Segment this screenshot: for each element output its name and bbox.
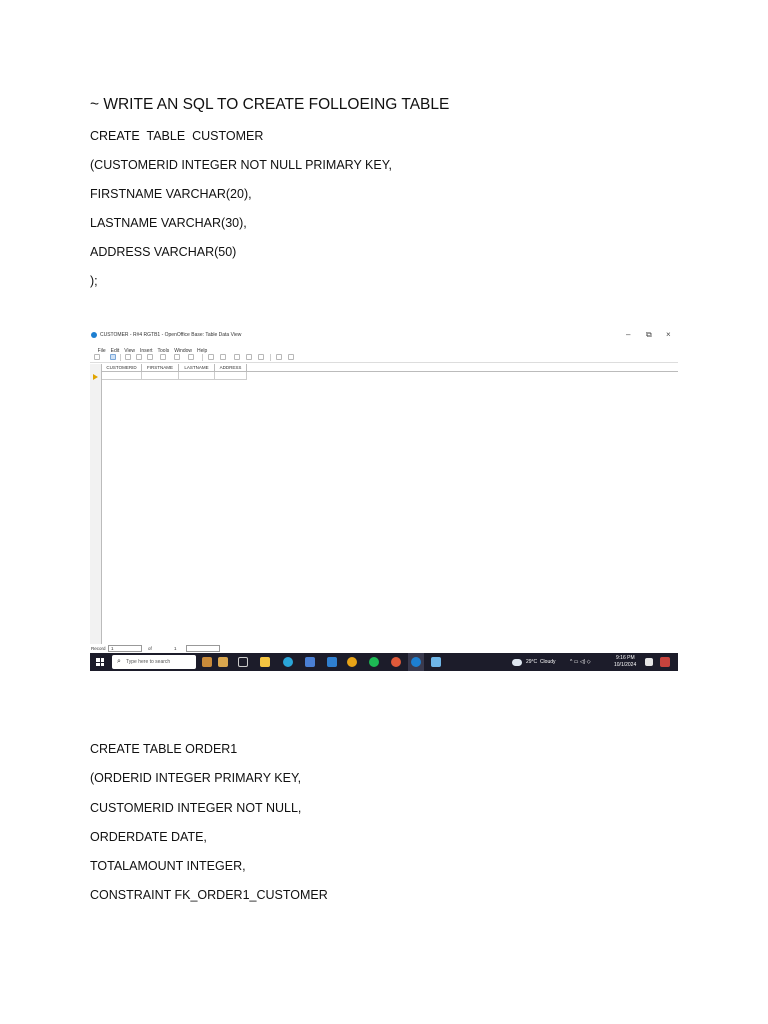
toolbar-separator bbox=[120, 354, 121, 361]
weather-icon[interactable] bbox=[512, 659, 522, 666]
minimize-button[interactable]: – bbox=[626, 330, 630, 340]
openoffice-icon bbox=[91, 332, 97, 338]
row-header-column bbox=[90, 364, 102, 644]
record-nav-buttons[interactable] bbox=[186, 645, 220, 652]
record-label: Record bbox=[91, 646, 106, 651]
toolbar-separator bbox=[270, 354, 271, 361]
chrome-profile-icon[interactable] bbox=[391, 657, 401, 667]
order-sql-line: (ORDERID INTEGER PRIMARY KEY, bbox=[90, 771, 302, 785]
column-header[interactable]: CUSTOMERID bbox=[102, 364, 142, 372]
windows-start-icon[interactable] bbox=[96, 658, 104, 666]
column-header[interactable]: ADDRESS bbox=[215, 364, 247, 372]
task-view-icon[interactable] bbox=[238, 657, 248, 667]
window-title: CUSTOMER - R#4 RGTB1 - OpenOffice Base: … bbox=[100, 332, 242, 338]
sort-descending-icon[interactable] bbox=[220, 354, 226, 360]
close-button[interactable]: × bbox=[666, 330, 671, 340]
openoffice-taskbar-icon[interactable] bbox=[411, 657, 421, 667]
column-header[interactable]: FIRSTNAME bbox=[142, 364, 179, 372]
search-highlight-icon[interactable] bbox=[218, 657, 228, 667]
current-row-marker-icon bbox=[93, 374, 98, 380]
search-highlight-icon[interactable] bbox=[202, 657, 212, 667]
customer-sql-line: ); bbox=[90, 274, 98, 288]
table-cell[interactable] bbox=[102, 372, 142, 380]
data-source-icon[interactable] bbox=[276, 354, 282, 360]
order-sql-line: ORDERDATE DATE, bbox=[90, 830, 207, 844]
clock-date[interactable]: 10/1/2024 bbox=[614, 662, 636, 668]
window-titlebar: CUSTOMER - R#4 RGTB1 - OpenOffice Base: … bbox=[90, 329, 678, 341]
toolbar-separator bbox=[202, 354, 203, 361]
mail-icon[interactable] bbox=[327, 657, 337, 667]
menu-bar: File Edit View Insert Tools Window Help bbox=[92, 342, 212, 354]
weather-text[interactable]: 29°C Cloudy bbox=[526, 659, 556, 665]
order-sql-line: CUSTOMERID INTEGER NOT NULL, bbox=[90, 801, 302, 815]
record-navigation-bar: Record 1 of 1 bbox=[90, 645, 678, 653]
order-sql-line: TOTALAMOUNT INTEGER, bbox=[90, 859, 246, 873]
customer-sql-line: CREATE TABLE CUSTOMER bbox=[90, 129, 264, 143]
edit-icon[interactable] bbox=[110, 354, 116, 360]
cut-icon[interactable] bbox=[125, 354, 131, 360]
copy-icon[interactable] bbox=[136, 354, 142, 360]
windows-taskbar: ⌕ Type here to search 29°C Cloudy ^ ▭ ◁)… bbox=[90, 653, 678, 671]
form-icon[interactable] bbox=[288, 354, 294, 360]
record-number-field[interactable]: 1 bbox=[108, 645, 142, 652]
record-of-label: of bbox=[148, 646, 152, 651]
customer-sql-line: ADDRESS VARCHAR(50) bbox=[90, 245, 237, 259]
sort-ascending-icon[interactable] bbox=[208, 354, 214, 360]
document-heading: ~ WRITE AN SQL TO CREATE FOLLOEING TABLE bbox=[90, 96, 450, 113]
tray-app-icon[interactable] bbox=[660, 657, 670, 667]
restore-button[interactable]: ⧉ bbox=[646, 330, 652, 340]
table-data-grid: CUSTOMERID FIRSTNAME LASTNAME ADDRESS bbox=[90, 364, 678, 644]
table-cell[interactable] bbox=[179, 372, 215, 380]
column-header[interactable]: LASTNAME bbox=[179, 364, 215, 372]
find-icon[interactable] bbox=[174, 354, 180, 360]
paste-icon[interactable] bbox=[147, 354, 153, 360]
table-cell[interactable] bbox=[215, 372, 247, 380]
notification-icon[interactable] bbox=[645, 658, 653, 666]
customer-sql-line: FIRSTNAME VARCHAR(20), bbox=[90, 187, 252, 201]
column-header-row: CUSTOMERID FIRSTNAME LASTNAME ADDRESS bbox=[90, 364, 678, 372]
standard-filter-icon[interactable] bbox=[246, 354, 252, 360]
store-icon[interactable] bbox=[305, 657, 315, 667]
table-cell[interactable] bbox=[142, 372, 179, 380]
embedded-screenshot: CUSTOMER - R#4 RGTB1 - OpenOffice Base: … bbox=[90, 329, 678, 671]
taskbar-search-box[interactable]: ⌕ Type here to search bbox=[112, 655, 196, 669]
customer-sql-line: (CUSTOMERID INTEGER NOT NULL PRIMARY KEY… bbox=[90, 158, 392, 172]
save-icon[interactable] bbox=[94, 354, 100, 360]
table-row[interactable] bbox=[102, 372, 247, 380]
order-sql-line: CREATE TABLE ORDER1 bbox=[90, 742, 238, 756]
search-placeholder: Type here to search bbox=[126, 659, 171, 665]
spotify-icon[interactable] bbox=[369, 657, 379, 667]
toolbar bbox=[90, 351, 678, 363]
chrome-icon[interactable] bbox=[347, 657, 357, 667]
autofilter-icon[interactable] bbox=[188, 354, 194, 360]
sort-icon[interactable] bbox=[160, 354, 166, 360]
order-sql-line: CONSTRAINT FK_ORDER1_CUSTOMER bbox=[90, 888, 328, 902]
file-explorer-icon[interactable] bbox=[260, 657, 270, 667]
customer-sql-line: LASTNAME VARCHAR(30), bbox=[90, 216, 247, 230]
clock-time[interactable]: 9:16 PM bbox=[616, 655, 635, 661]
edge-icon[interactable] bbox=[283, 657, 293, 667]
search-icon: ⌕ bbox=[117, 658, 121, 665]
filter-icon[interactable] bbox=[234, 354, 240, 360]
record-total: 1 bbox=[174, 646, 177, 651]
notepad-icon[interactable] bbox=[431, 657, 441, 667]
remove-filter-icon[interactable] bbox=[258, 354, 264, 360]
system-tray-chevron-icon[interactable]: ^ ▭ ◁) ◇ bbox=[570, 659, 591, 665]
